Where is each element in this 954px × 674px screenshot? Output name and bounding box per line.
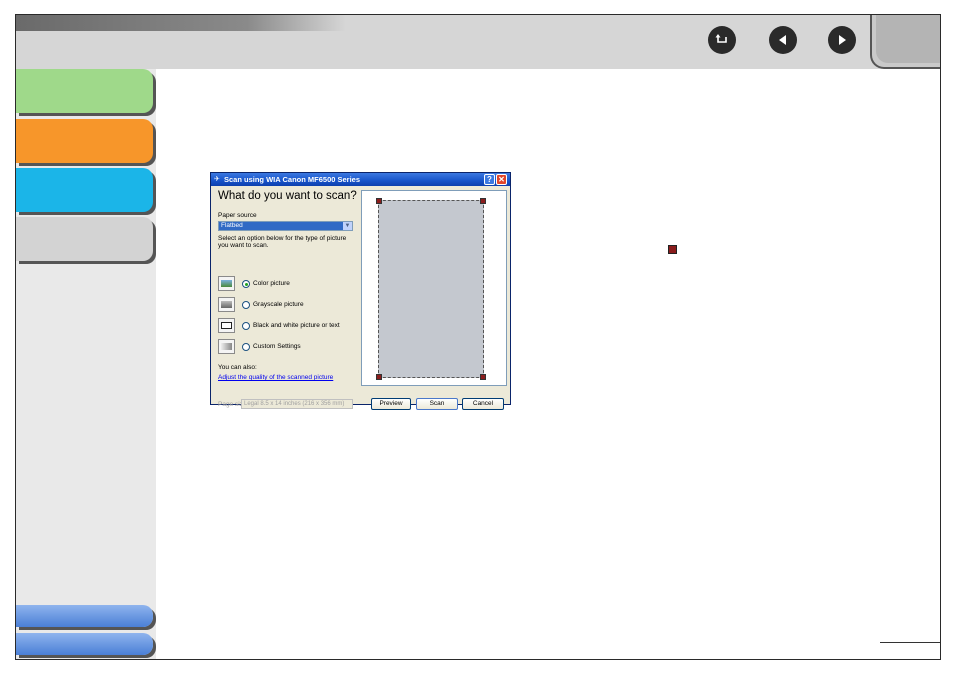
previous-page-button[interactable] [769,26,797,54]
select-option-instructions: Select an option below for the type of p… [218,235,347,249]
page-size-select[interactable]: Legal 8.5 x 14 inches (216 x 356 mm) [241,399,353,409]
black-white-label: Black and white picture or text [253,322,340,329]
top-bar-strip [16,15,346,31]
crop-handle-bottom-left[interactable] [376,374,382,380]
option-color-picture[interactable]: Color picture [218,276,368,292]
top-right-tab-inner [876,15,940,63]
sidebar-tab-gray[interactable] [16,217,153,261]
sidebar-tab-orange[interactable] [16,119,153,163]
dialog-titlebar: ✈ Scan using WIA Canon MF6500 Series ? ✕ [211,173,510,186]
crop-handle-bottom-right[interactable] [480,374,486,380]
help-button[interactable]: ? [484,174,495,185]
option-black-white[interactable]: Black and white picture or text [218,318,368,334]
cancel-button[interactable]: Cancel [462,398,504,410]
preview-button[interactable]: Preview [371,398,411,410]
scan-preview-pane [361,190,507,386]
preview-scan-area[interactable] [376,198,486,380]
return-arrow-icon [715,34,727,43]
sidebar-tab-blue-upper[interactable] [16,605,153,627]
red-square-marker [668,245,677,254]
paper-source-value: Flatbed [221,222,243,229]
color-picture-label: Color picture [253,280,290,287]
sidebar-tab-green[interactable] [16,69,153,113]
page-frame: ✈ Scan using WIA Canon MF6500 Series ? ✕… [15,14,941,660]
scan-button[interactable]: Scan [416,398,458,410]
custom-settings-label: Custom Settings [253,343,301,350]
sidebar-tab-cyan[interactable] [16,168,153,212]
paper-source-select[interactable]: Flatbed ▼ [218,221,353,231]
grayscale-picture-icon [218,297,235,312]
scanner-icon: ✈ [214,176,220,183]
color-picture-icon [218,276,235,291]
left-triangle-icon [779,35,786,45]
paper-source-label: Paper source [218,212,257,219]
dialog-title: Scan using WIA Canon MF6500 Series [224,175,361,184]
custom-settings-radio[interactable] [242,343,250,351]
black-white-text-icon [218,318,235,333]
dialog-heading: What do you want to scan? [218,190,357,202]
option-custom-settings[interactable]: Custom Settings [218,339,368,355]
color-picture-radio[interactable] [242,280,250,288]
option-grayscale-picture[interactable]: Grayscale picture [218,297,368,313]
grayscale-picture-radio[interactable] [242,301,250,309]
back-button[interactable] [708,26,736,54]
sidebar [16,69,156,659]
black-white-radio[interactable] [242,322,250,330]
next-page-button[interactable] [828,26,856,54]
crop-handle-top-right[interactable] [480,198,486,204]
close-button[interactable]: ✕ [496,174,507,185]
grayscale-picture-label: Grayscale picture [253,301,304,308]
footer-divider [880,642,940,643]
scan-dialog: ✈ Scan using WIA Canon MF6500 Series ? ✕… [210,172,511,410]
custom-settings-icon [218,339,235,354]
sidebar-tab-blue-lower[interactable] [16,633,153,655]
chevron-down-icon[interactable]: ▼ [343,222,352,230]
top-bar [16,15,940,69]
crop-handle-top-left[interactable] [376,198,382,204]
right-triangle-icon [839,35,846,45]
adjust-quality-link[interactable]: Adjust the quality of the scanned pictur… [218,374,333,381]
top-right-tab[interactable] [870,15,940,69]
you-can-also-label: You can also: [218,364,257,371]
